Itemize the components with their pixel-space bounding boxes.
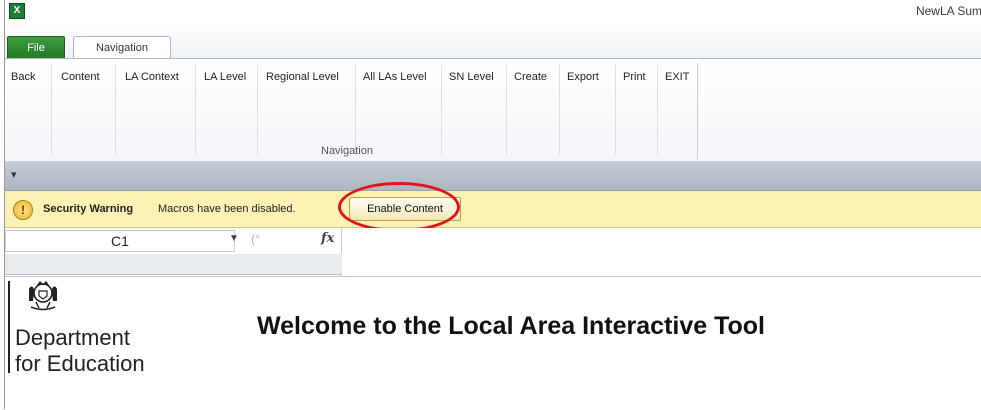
la-level-button[interactable]: LA Level: [204, 71, 246, 83]
warning-shield-icon: !: [13, 200, 33, 220]
formula-input[interactable]: [342, 254, 981, 275]
logo-text-line1: Department: [15, 325, 130, 350]
sn-level-button[interactable]: SN Level: [449, 71, 494, 83]
worksheet[interactable]: Department for Education Welcome to the …: [5, 276, 981, 410]
exit-button[interactable]: EXIT: [665, 71, 689, 83]
print-button[interactable]: Print: [623, 71, 646, 83]
logo-bar: [8, 281, 10, 373]
fx-icon[interactable]: fx: [321, 231, 334, 246]
all-las-level-button[interactable]: All LAs Level: [363, 71, 427, 83]
ribbon: Back Content LA Context LA Level Regiona…: [5, 58, 981, 162]
formula-bar: C1 ▼ (° fx: [5, 228, 981, 276]
tab-navigation[interactable]: Navigation: [73, 36, 171, 59]
excel-icon[interactable]: X: [9, 3, 25, 19]
ribbon-separator: [441, 65, 442, 155]
page-title: Welcome to the Local Area Interactive To…: [257, 312, 765, 340]
logo-text-line2: for Education: [15, 351, 145, 376]
name-box-dropdown-icon[interactable]: ▼: [229, 233, 239, 244]
ribbon-group-divider: [697, 63, 698, 159]
content-button[interactable]: Content: [61, 71, 100, 83]
customize-arrow-icon[interactable]: ▾: [11, 168, 17, 181]
window-title: NewLA Sum: [915, 4, 981, 18]
name-box[interactable]: C1: [5, 230, 235, 252]
security-warning-message: Macros have been disabled.: [158, 203, 296, 215]
title-bar: X NewLA Sum: [5, 0, 981, 22]
ribbon-separator: [195, 65, 196, 155]
back-button[interactable]: Back: [11, 71, 35, 83]
ribbon-separator: [257, 65, 258, 155]
security-warning-bar: ! Security Warning Macros have been disa…: [5, 182, 981, 232]
create-button[interactable]: Create: [514, 71, 547, 83]
ribbon-tab-strip: File Navigation: [5, 22, 981, 59]
ribbon-separator: [51, 65, 52, 155]
export-button[interactable]: Export: [567, 71, 599, 83]
quick-access-toolbar: ▾: [5, 162, 981, 191]
ribbon-separator: [355, 65, 356, 155]
security-warning-title: Security Warning: [43, 203, 134, 215]
ribbon-separator: [657, 65, 658, 155]
ribbon-separator: [506, 65, 507, 155]
regional-level-button[interactable]: Regional Level: [266, 71, 339, 83]
la-context-button[interactable]: LA Context: [125, 71, 179, 83]
formula-expand-icon[interactable]: (°: [251, 232, 260, 246]
excel-window: X NewLA Sum File Navigation Back Content…: [4, 0, 981, 410]
ribbon-separator: [615, 65, 616, 155]
ribbon-separator: [115, 65, 116, 155]
ribbon-separator: [559, 65, 560, 155]
royal-crest-icon: [29, 281, 57, 311]
ribbon-group-label: Navigation: [321, 145, 373, 157]
highlight-circle: [338, 182, 460, 232]
tab-file[interactable]: File: [7, 36, 65, 59]
